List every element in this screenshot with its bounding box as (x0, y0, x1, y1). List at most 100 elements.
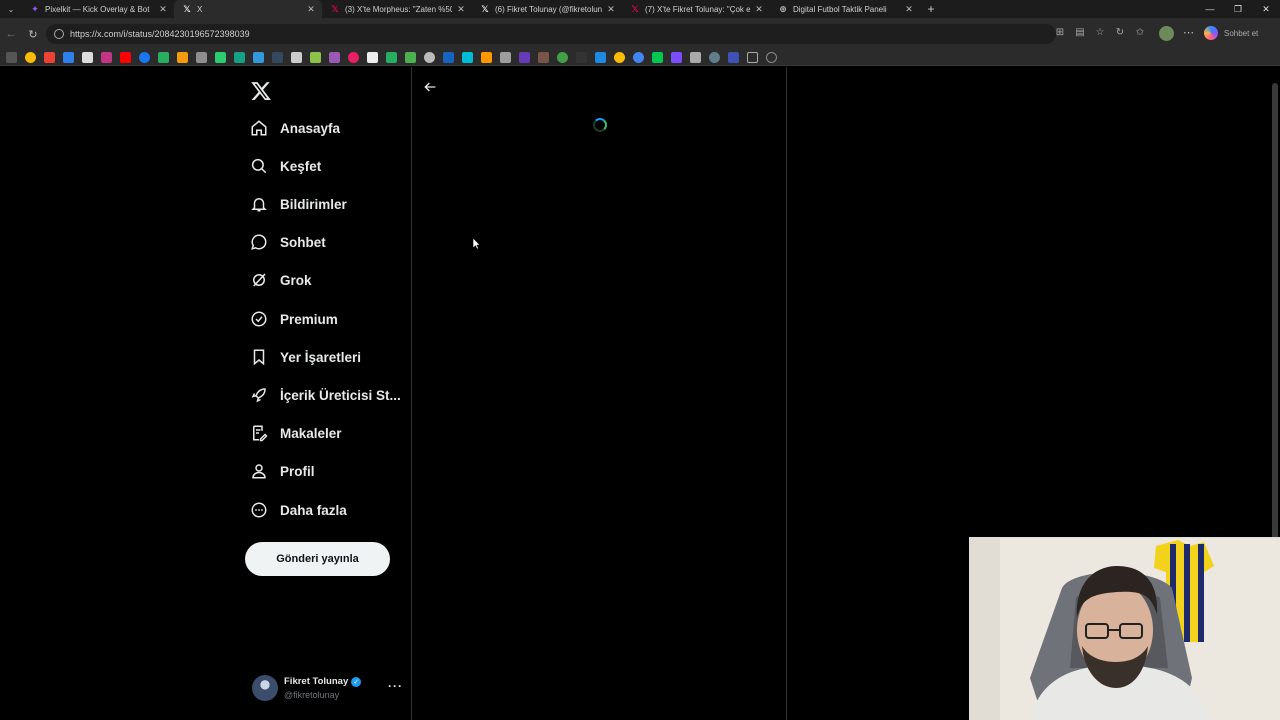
close-window-icon[interactable]: ✕ (1252, 0, 1280, 18)
nav-item-notifications[interactable]: Bildirimler (250, 192, 347, 216)
post-button[interactable]: Gönderi yayınla (245, 542, 390, 576)
avatar (252, 675, 278, 701)
browser-tab-x[interactable]: 𝕏 X ✕ (174, 0, 322, 18)
favorite-star-icon[interactable]: ☆ (1094, 27, 1106, 38)
nav-item-grok[interactable]: Grok (250, 268, 312, 292)
browser-tab-pixelkit[interactable]: ✦ Pixelkit — Kick Overlay & Bot ✕ (22, 0, 174, 18)
bookmark-icon-30[interactable] (671, 52, 682, 63)
x-logo-icon[interactable] (250, 80, 272, 102)
window-controls: — ❐ ✕ (1196, 0, 1280, 18)
bookmark-icon-28[interactable] (633, 52, 644, 63)
close-tab-icon[interactable]: ✕ (904, 4, 914, 15)
restore-icon[interactable]: ❐ (1224, 0, 1252, 18)
bookmark-icon-24[interactable] (557, 52, 568, 63)
nav-item-profile[interactable]: Profil (250, 459, 315, 483)
nav-item-more[interactable]: Daha fazla (250, 498, 347, 522)
account-switcher[interactable]: Fikret Tolunay ✓ @fikretolunay ··· (252, 673, 402, 705)
nav-item-premium[interactable]: Premium (250, 307, 338, 331)
google-bookmark-icon[interactable] (25, 52, 36, 63)
bookmark-icon-5[interactable] (196, 52, 207, 63)
bookmark-icon-12[interactable] (329, 52, 340, 63)
bookmark-icon-25[interactable] (576, 52, 587, 63)
close-tab-icon[interactable]: ✕ (606, 4, 616, 15)
nav-item-bookmarks[interactable]: Yer İşaretleri (250, 345, 361, 369)
bookmark-icon-33[interactable] (728, 52, 739, 63)
bookmark-icon-15[interactable] (386, 52, 397, 63)
browser-menu-icon[interactable]: ⋯ (1183, 26, 1194, 39)
post-detail-column (411, 67, 787, 720)
browser-tab-post[interactable]: 𝕏 (7) X'te Fikret Tolunay: "Çok ezber ✕ (622, 0, 770, 18)
bookmark-icon-29[interactable] (652, 52, 663, 63)
bookmark-icon-16[interactable] (405, 52, 416, 63)
close-tab-icon[interactable]: ✕ (456, 4, 466, 15)
back-nav-icon[interactable]: ← (0, 28, 22, 40)
pixelkit-favicon-icon: ✦ (31, 3, 39, 14)
bookmark-icon-2[interactable] (63, 52, 74, 63)
tab-title: (7) X'te Fikret Tolunay: "Çok ezber (645, 4, 750, 14)
instagram-bookmark-icon[interactable] (101, 52, 112, 63)
nav-item-explore[interactable]: Keşfet (250, 154, 321, 178)
bookmark-icon-8[interactable] (253, 52, 264, 63)
bookmark-icon-21[interactable] (500, 52, 511, 63)
bookmark-icon-17[interactable] (424, 52, 435, 63)
address-bar[interactable]: https://x.com/i/status/20842301965723980… (46, 24, 1056, 44)
bookmark-icon-27[interactable] (614, 52, 625, 63)
folder-bookmark-icon[interactable] (747, 52, 758, 63)
bookmark-icon-13[interactable] (348, 52, 359, 63)
browser-tab-morpheus[interactable]: 𝕏 (3) X'te Morpheus: "Zaten %50 ih ✕ (322, 0, 472, 18)
browser-tab-futbol[interactable]: ⊕ Digital Futbol Taktik Paneli ✕ (770, 0, 920, 18)
bookmark-icon-11[interactable] (310, 52, 321, 63)
more-dots-icon[interactable]: ··· (388, 679, 403, 693)
copilot-button[interactable]: Sohbet et (1204, 26, 1258, 40)
bookmark-icon-4[interactable] (177, 52, 188, 63)
bookmark-icon-31[interactable] (690, 52, 701, 63)
link-bookmark-icon[interactable] (766, 52, 777, 63)
x-favicon-icon: 𝕏 (183, 3, 191, 14)
browser-tab-bar: ⌄ ✦ Pixelkit — Kick Overlay & Bot ✕ 𝕏 X … (0, 0, 1280, 18)
refresh-sync-icon[interactable]: ↻ (1114, 27, 1126, 38)
mouse-cursor-icon (473, 238, 481, 250)
nav-label: Profil (280, 463, 315, 479)
site-info-icon[interactable] (54, 29, 64, 39)
bookmark-icon-6[interactable] (215, 52, 226, 63)
back-arrow-icon[interactable] (422, 79, 438, 95)
bookmark-icon-10[interactable] (291, 52, 302, 63)
new-tab-button[interactable]: + (920, 2, 942, 16)
bookmark-icon-7[interactable] (234, 52, 245, 63)
reload-icon[interactable]: ↻ (22, 28, 44, 41)
minimize-icon[interactable]: — (1196, 0, 1224, 18)
close-tab-icon[interactable]: ✕ (306, 4, 316, 15)
bookmark-icon-18[interactable] (443, 52, 454, 63)
close-tab-icon[interactable]: ✕ (754, 4, 764, 15)
gmail-bookmark-icon[interactable] (44, 52, 55, 63)
close-tab-icon[interactable]: ✕ (158, 4, 168, 15)
youtube-bookmark-icon[interactable] (120, 52, 131, 63)
bookmark-icon (253, 349, 265, 366)
bookmark-icon-1[interactable] (6, 52, 17, 63)
tab-title: X (197, 4, 203, 14)
browser-profile-avatar[interactable] (1159, 26, 1174, 41)
browser-tab-profile[interactable]: 𝕏 (6) Fikret Tolunay (@fikretolunay) / ✕ (472, 0, 622, 18)
bookmark-icon-9[interactable] (272, 52, 283, 63)
bookmark-icon-20[interactable] (481, 52, 492, 63)
nav-item-articles[interactable]: Makaleler (250, 421, 342, 445)
bookmark-icon-3[interactable] (158, 52, 169, 63)
bookmark-icon-14[interactable] (367, 52, 378, 63)
x-favicon-icon: 𝕏 (331, 3, 339, 14)
facebook-bookmark-icon[interactable] (139, 52, 150, 63)
nav-item-home[interactable]: Anasayfa (250, 116, 340, 140)
bookmark-icon-26[interactable] (595, 52, 606, 63)
tab-title: Pixelkit — Kick Overlay & Bot (45, 4, 150, 14)
bookmark-icon-22[interactable] (519, 52, 530, 63)
bookmark-icon-32[interactable] (709, 52, 720, 63)
tab-actions-menu[interactable]: ⌄ (0, 0, 22, 18)
nav-item-creator-studio[interactable]: İçerik Üreticisi St... (250, 383, 401, 407)
apps-icon[interactable]: ⊞ (1054, 27, 1066, 38)
reader-icon[interactable]: ▤ (1074, 27, 1086, 38)
x-bookmark-icon[interactable] (82, 52, 93, 63)
bookmark-icon-19[interactable] (462, 52, 473, 63)
favorites-icon[interactable]: ✩ (1134, 27, 1146, 38)
nav-item-chat[interactable]: Sohbet (250, 230, 326, 254)
bookmark-icon-23[interactable] (538, 52, 549, 63)
search-icon (251, 158, 267, 174)
